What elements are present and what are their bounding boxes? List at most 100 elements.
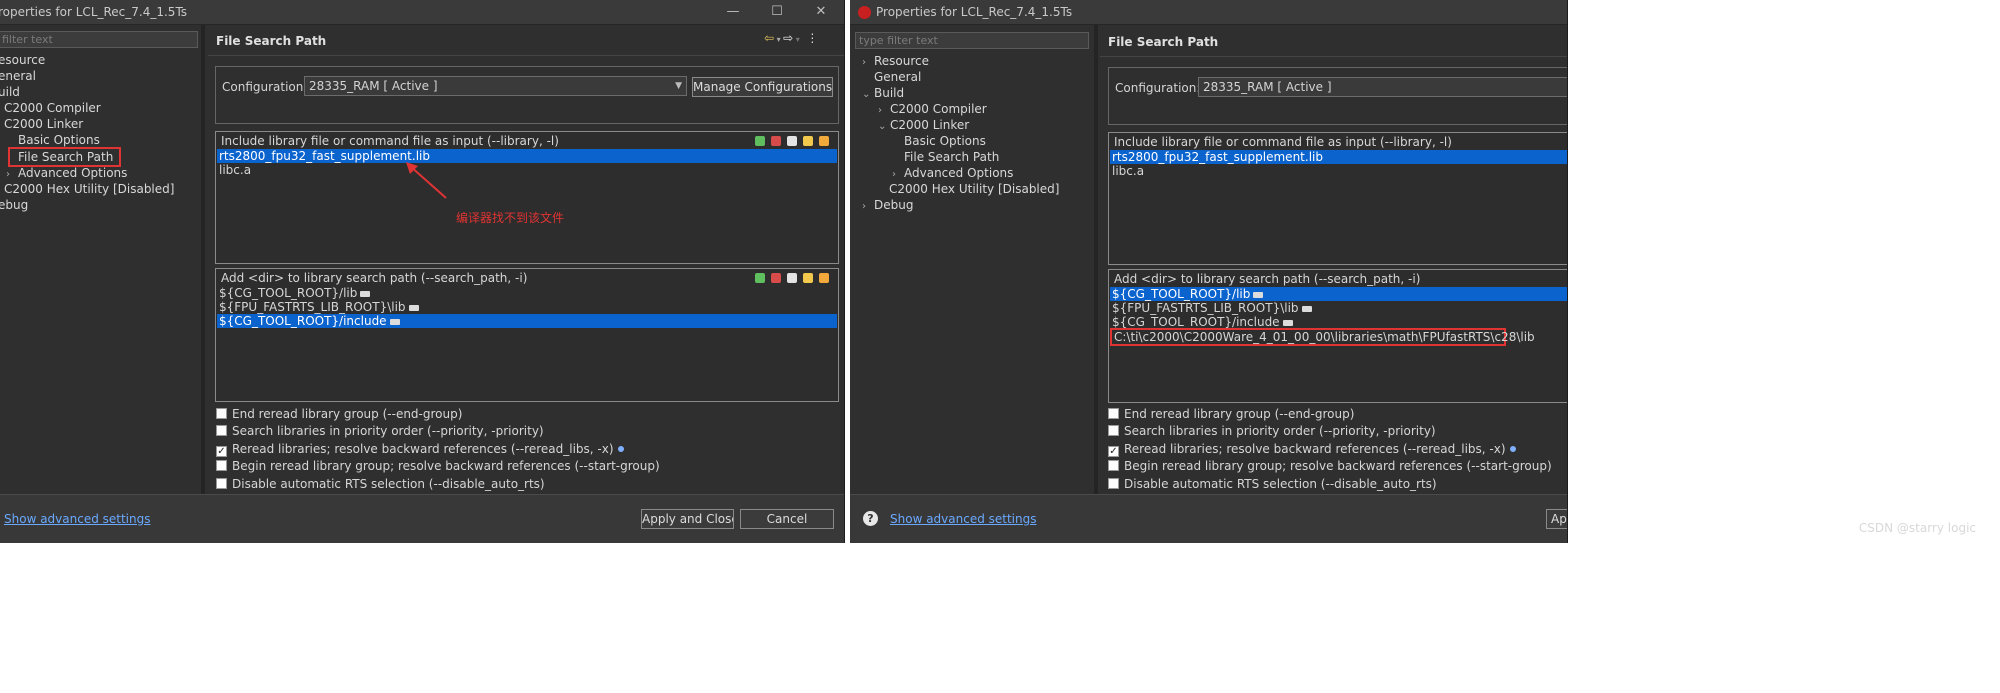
checkbox-reread-libs[interactable]: ✓ Reread libraries; resolve backward refe… <box>1108 442 1516 457</box>
chevron-right-icon[interactable]: › <box>862 55 874 71</box>
tree-item-hex-utility[interactable]: C2000 Hex Utility [Disabled] <box>889 181 1059 197</box>
checkbox[interactable] <box>216 408 227 419</box>
tree-item-debug[interactable]: › Debug <box>862 197 913 213</box>
configuration-select[interactable]: 28335_RAM [ Active ] <box>1198 77 1567 97</box>
checkbox-priority[interactable]: Search libraries in priority order (--pr… <box>1108 424 1436 438</box>
pane-divider[interactable] <box>1094 25 1098 495</box>
checkbox[interactable] <box>216 478 227 489</box>
tree-label: Advanced Options <box>904 166 1014 180</box>
list-item[interactable]: libc.a <box>217 163 837 177</box>
tree-item-resource[interactable]: › Resource <box>862 53 929 69</box>
delete-icon[interactable] <box>771 136 781 146</box>
checkbox-label: Disable automatic RTS selection (--disab… <box>232 477 545 491</box>
checkbox-end-group[interactable]: End reread library group (--end-group) <box>216 407 462 421</box>
checkbox-start-group[interactable]: Begin reread library group; resolve back… <box>1108 459 1552 473</box>
tree-label: Build <box>874 86 905 100</box>
more-icon[interactable]: ⋮ <box>806 31 818 45</box>
list-item[interactable]: ${FPU_FASTRTS_LIB_ROOT}\lib <box>217 300 837 314</box>
maximize-icon[interactable]: ☐ <box>766 3 788 21</box>
checkbox[interactable] <box>1108 425 1119 436</box>
checkbox[interactable] <box>216 425 227 436</box>
apply-button-partial[interactable]: Ap <box>1546 509 1567 529</box>
checkbox-start-group[interactable]: Begin reread library group; resolve back… <box>216 459 660 473</box>
chevron-down-icon[interactable]: ▼ <box>675 77 682 95</box>
list-item[interactable]: ${CG_TOOL_ROOT}/lib <box>1110 287 1567 301</box>
chevron-down-icon[interactable]: ⌄ <box>862 87 874 103</box>
back-arrow-icon[interactable]: ⇦ <box>764 31 774 45</box>
cancel-button[interactable]: Cancel <box>740 509 834 529</box>
chevron-down-icon[interactable]: ▾ <box>774 35 783 44</box>
forward-arrow-icon[interactable]: ⇨ <box>783 31 793 45</box>
checkbox-reread-libs[interactable]: ✓ Reread libraries; resolve backward refe… <box>216 442 624 457</box>
checkbox[interactable] <box>1108 408 1119 419</box>
list-item[interactable]: rts2800_fpu32_fast_supplement.lib <box>1110 150 1567 164</box>
list-item[interactable]: ${FPU_FASTRTS_LIB_ROOT}\lib <box>1110 301 1567 315</box>
checkbox-disable-auto-rts[interactable]: Disable automatic RTS selection (--disab… <box>216 477 545 491</box>
show-advanced-settings-link[interactable]: Show advanced settings <box>4 512 151 526</box>
edit-icon[interactable] <box>787 273 797 283</box>
delete-icon[interactable] <box>771 273 781 283</box>
tree-item-resource[interactable]: esource <box>0 52 45 68</box>
add-icon[interactable] <box>755 136 765 146</box>
tree-item-compiler[interactable]: C2000 Compiler <box>4 100 101 116</box>
list-item[interactable]: ${CG_TOOL_ROOT}/include <box>217 314 837 328</box>
pane-divider[interactable] <box>201 25 205 495</box>
tree-item-advanced-options[interactable]: › Advanced Options <box>892 165 1013 181</box>
chevron-right-icon[interactable]: › <box>862 199 874 215</box>
checkbox-checked[interactable]: ✓ <box>1108 446 1119 457</box>
help-icon[interactable]: ? <box>863 511 878 526</box>
checkbox-disable-auto-rts[interactable]: Disable automatic RTS selection (--disab… <box>1108 477 1437 491</box>
list-item[interactable]: libc.a <box>1110 164 1567 178</box>
tree-item-general[interactable]: General <box>874 69 921 85</box>
tree-item-general[interactable]: eneral <box>0 68 36 84</box>
tree-item-hex-utility[interactable]: C2000 Hex Utility [Disabled] <box>4 181 174 197</box>
tree-item-file-search-path[interactable]: File Search Path <box>904 149 999 165</box>
apply-and-close-button[interactable]: Apply and Close <box>641 509 734 529</box>
add-icon[interactable] <box>755 273 765 283</box>
tree-label: Resource <box>874 54 930 68</box>
tree-item-basic-options[interactable]: Basic Options <box>18 132 100 148</box>
filter-input[interactable]: type filter text <box>855 32 1089 49</box>
library-search-path-list: Add <dir> to library search path (--sear… <box>215 268 839 402</box>
tree-item-compiler[interactable]: › C2000 Compiler <box>878 101 987 117</box>
tree-item-build[interactable]: uild <box>0 84 20 100</box>
checkbox-checked[interactable]: ✓ <box>216 446 227 457</box>
divider <box>208 55 844 56</box>
tree-item-file-search-path[interactable]: File Search Path <box>8 147 122 167</box>
list-item[interactable]: ${CG_TOOL_ROOT}/include <box>1110 315 1567 329</box>
tree-label: C2000 Compiler <box>890 102 987 116</box>
variable-icon <box>1253 291 1264 298</box>
checkbox[interactable] <box>1108 478 1119 489</box>
move-down-icon[interactable] <box>819 273 829 283</box>
show-advanced-settings-link[interactable]: Show advanced settings <box>890 512 1037 526</box>
variable-icon <box>360 290 371 297</box>
chevron-down-icon[interactable]: ⌄ <box>878 119 890 135</box>
list-item-text: ${CG_TOOL_ROOT}/lib <box>219 286 358 300</box>
close-icon[interactable]: ✕ <box>810 3 832 21</box>
tree-item-linker[interactable]: ⌄ C2000 Linker <box>878 117 969 133</box>
tree-item-build[interactable]: ⌄ Build <box>862 85 904 101</box>
tree-item-basic-options[interactable]: Basic Options <box>904 133 986 149</box>
chevron-down-icon[interactable]: ▾ <box>793 35 802 44</box>
edit-icon[interactable] <box>787 136 797 146</box>
minimize-icon[interactable]: — <box>722 3 744 21</box>
checkbox[interactable] <box>216 460 227 471</box>
manage-configurations-button[interactable]: Manage Configurations... <box>692 77 833 97</box>
variable-icon <box>389 318 400 325</box>
tree-item-debug[interactable]: ebug <box>0 197 28 213</box>
configuration-select[interactable]: 28335_RAM [ Active ] ▼ <box>304 76 687 96</box>
checkbox[interactable] <box>1108 460 1119 471</box>
dialog-footer: Show advanced settings Apply and Close C… <box>0 494 844 543</box>
move-up-icon[interactable] <box>803 273 813 283</box>
list-item-new-path[interactable]: C:\ti\c2000\C2000Ware_4_01_00_00\librari… <box>1110 328 1535 346</box>
list-item[interactable]: ${CG_TOOL_ROOT}/lib <box>217 286 837 300</box>
filter-input[interactable]: filter text <box>0 31 198 48</box>
tree-item-advanced-options[interactable]: › Advanced Options <box>6 165 127 181</box>
move-down-icon[interactable] <box>819 136 829 146</box>
list-item[interactable]: rts2800_fpu32_fast_supplement.lib <box>217 149 837 163</box>
move-up-icon[interactable] <box>803 136 813 146</box>
checkbox-end-group[interactable]: End reread library group (--end-group) <box>1108 407 1354 421</box>
tree-item-linker[interactable]: C2000 Linker <box>4 116 83 132</box>
checkbox-priority[interactable]: Search libraries in priority order (--pr… <box>216 424 544 438</box>
checkbox-label: Disable automatic RTS selection (--disab… <box>1124 477 1437 491</box>
